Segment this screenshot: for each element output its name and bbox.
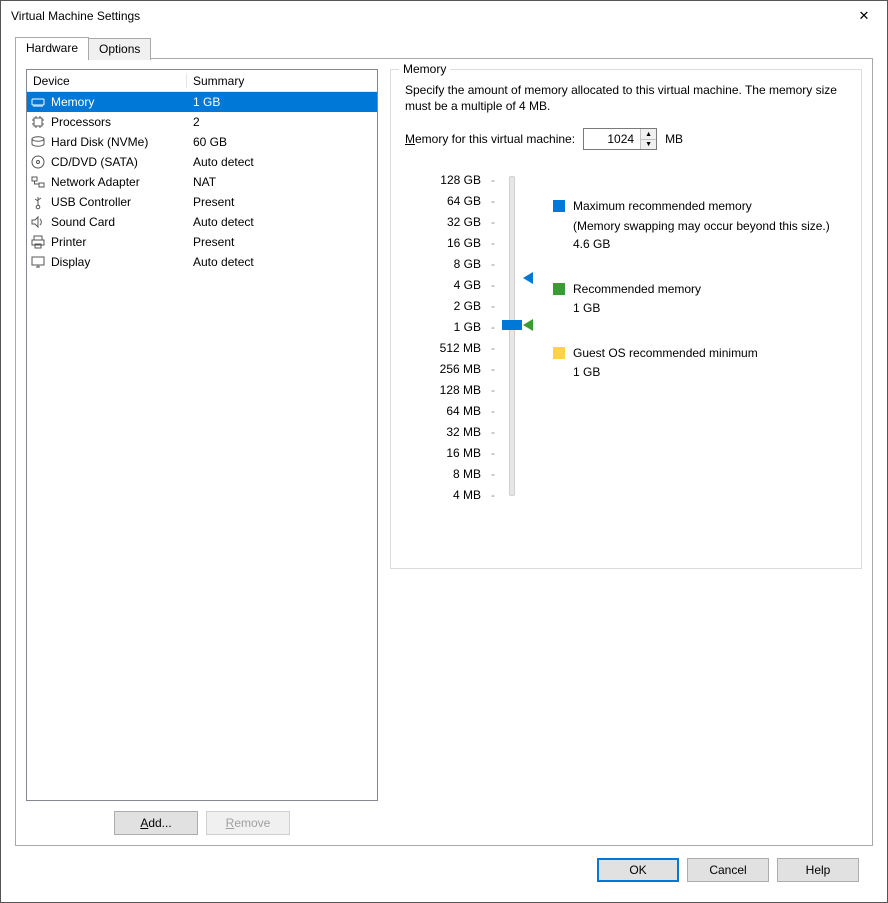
device-list: Device Summary Memory 1 GB Processors [26, 69, 378, 801]
dialog-footer: OK Cancel Help [15, 846, 873, 882]
device-list-header: Device Summary [27, 70, 377, 92]
device-column: Device Summary Memory 1 GB Processors [26, 69, 378, 835]
tab-options[interactable]: Options [88, 38, 151, 60]
device-row-sound[interactable]: Sound Card Auto detect [27, 212, 377, 232]
device-summary: Present [187, 195, 377, 209]
memory-slider[interactable] [505, 170, 523, 506]
slider-thumb[interactable] [502, 320, 522, 330]
printer-icon [27, 234, 49, 250]
device-name: Memory [49, 95, 187, 109]
device-name: Printer [49, 235, 187, 249]
window-title: Virtual Machine Settings [11, 9, 140, 23]
memory-input-label: Memory for this virtual machine: [405, 132, 575, 146]
add-remove-bar: Add... Remove [26, 801, 378, 835]
sound-icon [27, 214, 49, 230]
device-summary: 2 [187, 115, 377, 129]
max-marker-icon [523, 272, 533, 284]
legend-minimum: Guest OS recommended minimum 1 GB [553, 345, 830, 379]
memory-legend-list: Maximum recommended memory (Memory swapp… [553, 198, 830, 506]
device-row-display[interactable]: Display Auto detect [27, 252, 377, 272]
spinner-down-icon[interactable]: ▼ [641, 140, 656, 150]
spinner-up-icon[interactable]: ▲ [641, 129, 656, 140]
usb-icon [27, 194, 49, 210]
device-row-processors[interactable]: Processors 2 [27, 112, 377, 132]
device-name: Sound Card [49, 215, 187, 229]
legend-recommended: Recommended memory 1 GB [553, 281, 830, 315]
device-name: Display [49, 255, 187, 269]
ok-button[interactable]: OK [597, 858, 679, 882]
device-summary: Present [187, 235, 377, 249]
groupbox-legend: Memory [399, 62, 450, 76]
close-icon: ✕ [859, 8, 870, 24]
device-row-hard-disk[interactable]: Hard Disk (NVMe) 60 GB [27, 132, 377, 152]
memory-input[interactable] [584, 129, 640, 149]
memory-unit: MB [665, 132, 683, 146]
swatch-blue-icon [553, 200, 565, 212]
device-row-cd-dvd[interactable]: CD/DVD (SATA) Auto detect [27, 152, 377, 172]
tab-strip: Hardware Options [15, 37, 873, 59]
device-summary: 60 GB [187, 135, 377, 149]
network-icon [27, 174, 49, 190]
memory-input-row: Memory for this virtual machine: ▲ ▼ MB [405, 128, 847, 150]
device-name: Hard Disk (NVMe) [49, 135, 187, 149]
tab-hardware[interactable]: Hardware [15, 37, 89, 59]
legend-max: Maximum recommended memory (Memory swapp… [553, 198, 830, 250]
device-summary: Auto detect [187, 215, 377, 229]
add-button[interactable]: Add... [114, 811, 198, 835]
device-summary: 1 GB [187, 95, 377, 109]
slider-tick-labels: 128 GB 64 GB 32 GB 16 GB 8 GB 4 GB 2 GB … [429, 170, 481, 506]
titlebar: Virtual Machine Settings ✕ [1, 1, 887, 31]
memory-settings-column: Memory Specify the amount of memory allo… [390, 69, 862, 835]
remove-button: Remove [206, 811, 290, 835]
cpu-icon [27, 114, 49, 130]
device-name: CD/DVD (SATA) [49, 155, 187, 169]
device-summary: NAT [187, 175, 377, 189]
display-icon [27, 254, 49, 270]
device-row-printer[interactable]: Printer Present [27, 232, 377, 252]
device-summary: Auto detect [187, 155, 377, 169]
header-summary[interactable]: Summary [187, 74, 377, 88]
tab-panel-hardware: Device Summary Memory 1 GB Processors [15, 58, 873, 846]
device-name: Processors [49, 115, 187, 129]
device-row-memory[interactable]: Memory 1 GB [27, 92, 377, 112]
device-name: Network Adapter [49, 175, 187, 189]
slider-tick-dashes: -------- -------- [489, 170, 497, 506]
memory-description: Specify the amount of memory allocated t… [405, 82, 847, 114]
cancel-button[interactable]: Cancel [687, 858, 769, 882]
optical-icon [27, 154, 49, 170]
close-button[interactable]: ✕ [841, 1, 887, 31]
device-summary: Auto detect [187, 255, 377, 269]
header-device[interactable]: Device [27, 74, 187, 88]
device-name: USB Controller [49, 195, 187, 209]
swatch-yellow-icon [553, 347, 565, 359]
remove-underline: R [226, 816, 235, 830]
recommended-marker-icon [523, 319, 533, 331]
memory-slider-area: 128 GB 64 GB 32 GB 16 GB 8 GB 4 GB 2 GB … [429, 170, 847, 506]
device-row-usb[interactable]: USB Controller Present [27, 192, 377, 212]
swatch-green-icon [553, 283, 565, 295]
hard-disk-icon [27, 134, 49, 150]
memory-groupbox: Memory Specify the amount of memory allo… [390, 69, 862, 569]
help-button[interactable]: Help [777, 858, 859, 882]
device-row-network[interactable]: Network Adapter NAT [27, 172, 377, 192]
memory-icon [27, 94, 49, 110]
memory-spinner[interactable]: ▲ ▼ [583, 128, 657, 150]
